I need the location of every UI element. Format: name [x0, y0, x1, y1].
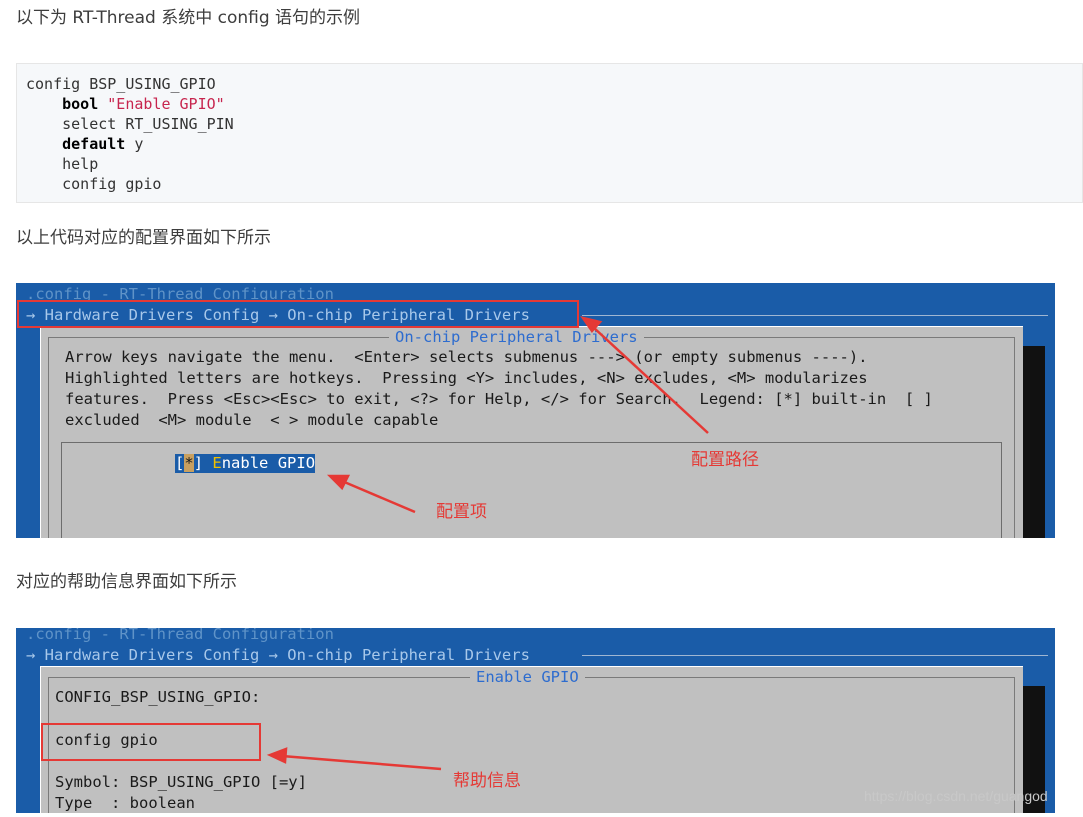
symbol-line: Symbol: BSP_USING_GPIO [=y]: [55, 773, 307, 791]
menu-item-label: nable GPIO: [221, 454, 316, 472]
code-text: config BSP_USING_GPIO bool "Enable GPIO"…: [26, 74, 234, 194]
dialog-shadow: [1023, 346, 1045, 538]
help-line: features. Press <Esc><Esc> to exit, <?> …: [65, 390, 933, 408]
annotation-config-item: 配置项: [436, 502, 487, 522]
dialog-title: On-chip Peripheral Drivers: [389, 327, 644, 347]
help-line: Arrow keys navigate the menu. <Enter> se…: [65, 348, 868, 366]
terminal-rule: [582, 655, 1048, 656]
menu-list: [*] Enable GPIO: [61, 442, 1002, 538]
code-line: select RT_USING_PIN: [62, 115, 234, 133]
code-line: help: [62, 155, 99, 173]
code-line: config BSP_USING_GPIO: [26, 75, 216, 93]
terminal-title: .config - RT-Thread Configuration: [26, 628, 334, 643]
help-line: excluded <M> module < > module capable: [65, 411, 439, 429]
intro-paragraph: 以下为 RT-Thread 系统中 config 语句的示例: [16, 8, 361, 28]
help-screenshot: .config - RT-Thread Configuration → Hard…: [16, 628, 1055, 813]
checkbox-open: [: [175, 454, 185, 472]
type-line: Type : boolean: [55, 794, 195, 812]
caption-help-ui: 对应的帮助信息界面如下所示: [16, 572, 237, 592]
menu-item-enable-gpio[interactable]: [*] Enable GPIO: [175, 454, 316, 473]
dialog-title: Enable GPIO: [470, 667, 585, 687]
caption-config-ui: 以上代码对应的配置界面如下所示: [16, 228, 271, 248]
code-block: config BSP_USING_GPIO bool "Enable GPIO"…: [16, 63, 1083, 203]
code-keyword: default: [62, 135, 126, 153]
annotation-help-info: 帮助信息: [453, 771, 521, 791]
terminal-breadcrumb: → Hardware Drivers Config → On-chip Peri…: [26, 646, 530, 664]
help-highlight-box: [41, 723, 261, 761]
watermark: https://blog.csdn.net/guangod: [864, 788, 1048, 804]
checkbox-close: ]: [193, 454, 213, 472]
code-line: y: [125, 135, 144, 153]
config-symbol-name: CONFIG_BSP_USING_GPIO:: [55, 688, 261, 706]
hotkey-letter: E: [212, 454, 222, 472]
help-line: Highlighted letters are hotkeys. Pressin…: [65, 369, 868, 387]
menu-dialog: On-chip Peripheral Drivers Arrow keys na…: [40, 326, 1023, 538]
code-string: "Enable GPIO": [107, 95, 225, 113]
code-line: config gpio: [62, 175, 162, 193]
code-keyword: bool: [62, 95, 99, 113]
checkbox-mark: *: [184, 454, 194, 472]
terminal-rule: [582, 315, 1048, 316]
annotation-config-path: 配置路径: [691, 450, 759, 470]
path-highlight-box: [17, 300, 579, 328]
